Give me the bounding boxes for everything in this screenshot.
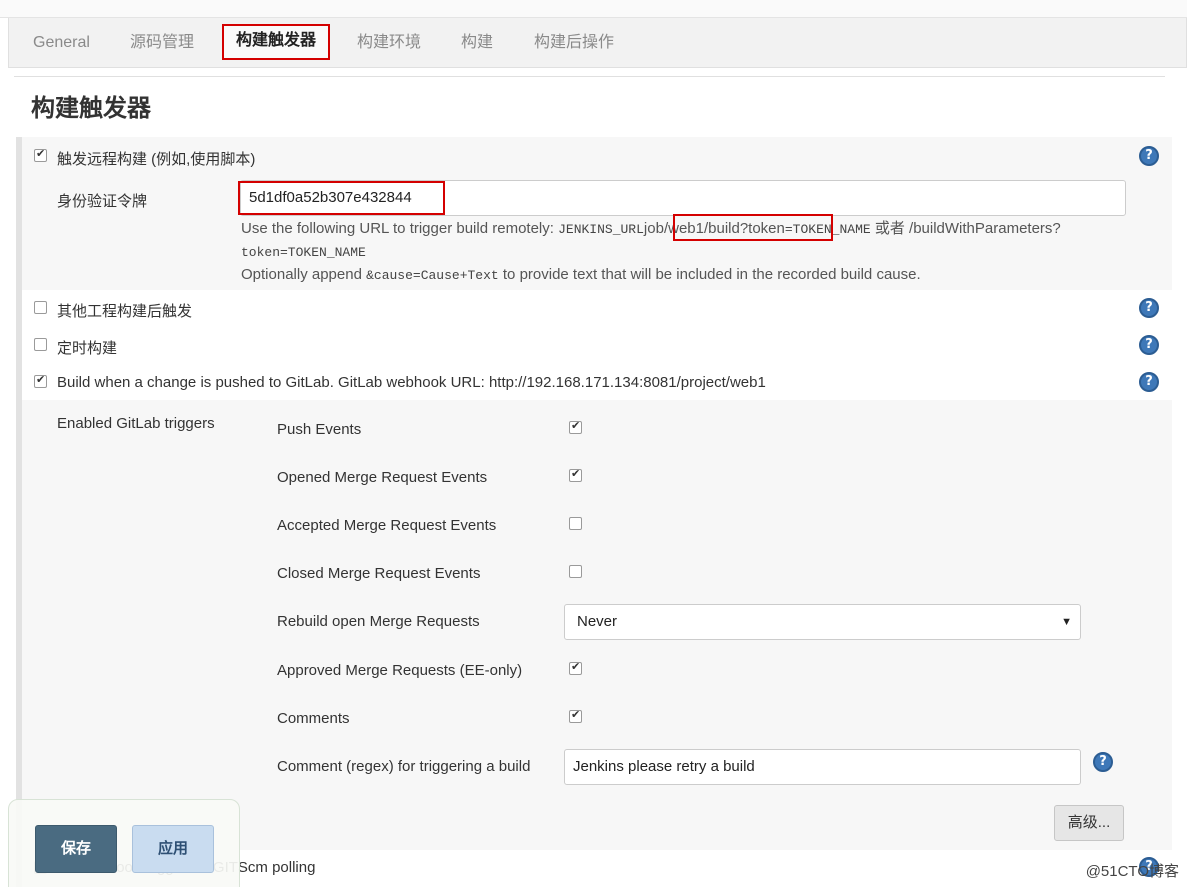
token-input[interactable]: 5d1df0a52b307e432844	[240, 180, 1126, 216]
desc-prefix: Use the following URL to trigger build r…	[241, 220, 559, 237]
push-events-checkbox[interactable]	[569, 419, 582, 434]
token-label: 身份验证令牌	[57, 193, 148, 210]
desc-job-path: job/web1/build?token	[643, 220, 785, 237]
accepted-mr-label: Accepted Merge Request Events	[277, 517, 497, 534]
periodic-label: 定时构建	[57, 340, 118, 357]
remote-trigger-help-icon[interactable]: ?	[1139, 146, 1159, 166]
after-other-label: 其他工程构建后触发	[57, 303, 193, 320]
gitlab-trigger-checkbox[interactable]	[34, 373, 47, 388]
approved-mr-label: Approved Merge Requests (EE-only)	[277, 662, 523, 679]
remote-trigger-checkbox[interactable]	[34, 147, 47, 162]
gitlab-enabled-label: Enabled GitLab triggers	[57, 415, 215, 432]
advanced-button[interactable]: 高级...	[1054, 805, 1124, 841]
rebuild-open-mr-select[interactable]: Never ▼	[564, 604, 1081, 640]
save-button[interactable]: 保存	[35, 825, 117, 873]
gitlab-trigger-label: Build when a change is pushed to GitLab.…	[57, 374, 766, 391]
desc-append-suffix: to provide text that will be included in…	[498, 266, 921, 283]
tab-build-env[interactable]: 构建环境	[357, 18, 421, 68]
tab-divider	[14, 76, 1165, 77]
comments-label: Comments	[277, 710, 350, 727]
desc-jenkins-url: JENKINS_URL	[558, 222, 644, 237]
comment-regex-label: Comment (regex) for triggering a build	[277, 758, 531, 775]
tab-general[interactable]: General	[33, 18, 90, 68]
after-other-help-icon[interactable]: ?	[1139, 298, 1159, 318]
rebuild-open-mr-value: Never	[577, 613, 618, 630]
periodic-help-icon[interactable]: ?	[1139, 335, 1159, 355]
tab-build-triggers[interactable]: 构建触发器	[222, 24, 331, 60]
comment-regex-help-icon[interactable]: ?	[1093, 752, 1113, 772]
remote-trigger-label: 触发远程构建 (例如,使用脚本)	[57, 151, 256, 168]
accepted-mr-checkbox[interactable]	[569, 517, 582, 530]
approved-mr-checkbox[interactable]	[569, 660, 582, 675]
top-strip	[0, 0, 1187, 18]
comments-checkbox[interactable]	[569, 708, 582, 723]
rebuild-open-mr-label: Rebuild open Merge Requests	[277, 613, 480, 630]
tab-scm[interactable]: 源码管理	[130, 18, 194, 68]
desc-append-prefix: Optionally append	[241, 266, 367, 283]
desc-line2: token=TOKEN_NAME	[241, 245, 366, 260]
comment-regex-input[interactable]: Jenkins please retry a build	[564, 749, 1081, 785]
gitlab-trigger-help-icon[interactable]: ?	[1139, 372, 1159, 392]
desc-append-code: &cause=Cause+Text	[366, 268, 499, 283]
periodic-checkbox[interactable]	[34, 338, 47, 351]
watermark: @51CTO博客	[1085, 863, 1179, 880]
closed-mr-label: Closed Merge Request Events	[277, 565, 481, 582]
section-title: 构建触发器	[31, 95, 151, 122]
closed-mr-checkbox[interactable]	[569, 565, 582, 578]
apply-button[interactable]: 应用	[132, 825, 214, 873]
after-other-checkbox[interactable]	[34, 301, 47, 314]
opened-mr-checkbox[interactable]	[569, 467, 582, 482]
config-tabbar: General 源码管理 构建触发器 构建环境 构建 构建后操作	[8, 18, 1187, 68]
desc-token-name: =TOKEN_NAME	[784, 222, 871, 237]
remote-trigger-description: Use the following URL to trigger build r…	[241, 218, 1141, 287]
chevron-down-icon: ▼	[1061, 616, 1072, 628]
desc-or: 或者 /buildWithParameters?	[870, 220, 1061, 237]
tab-post-build[interactable]: 构建后操作	[534, 18, 614, 68]
opened-mr-label: Opened Merge Request Events	[277, 469, 488, 486]
push-events-label: Push Events	[277, 421, 362, 438]
tab-build[interactable]: 构建	[461, 18, 493, 68]
